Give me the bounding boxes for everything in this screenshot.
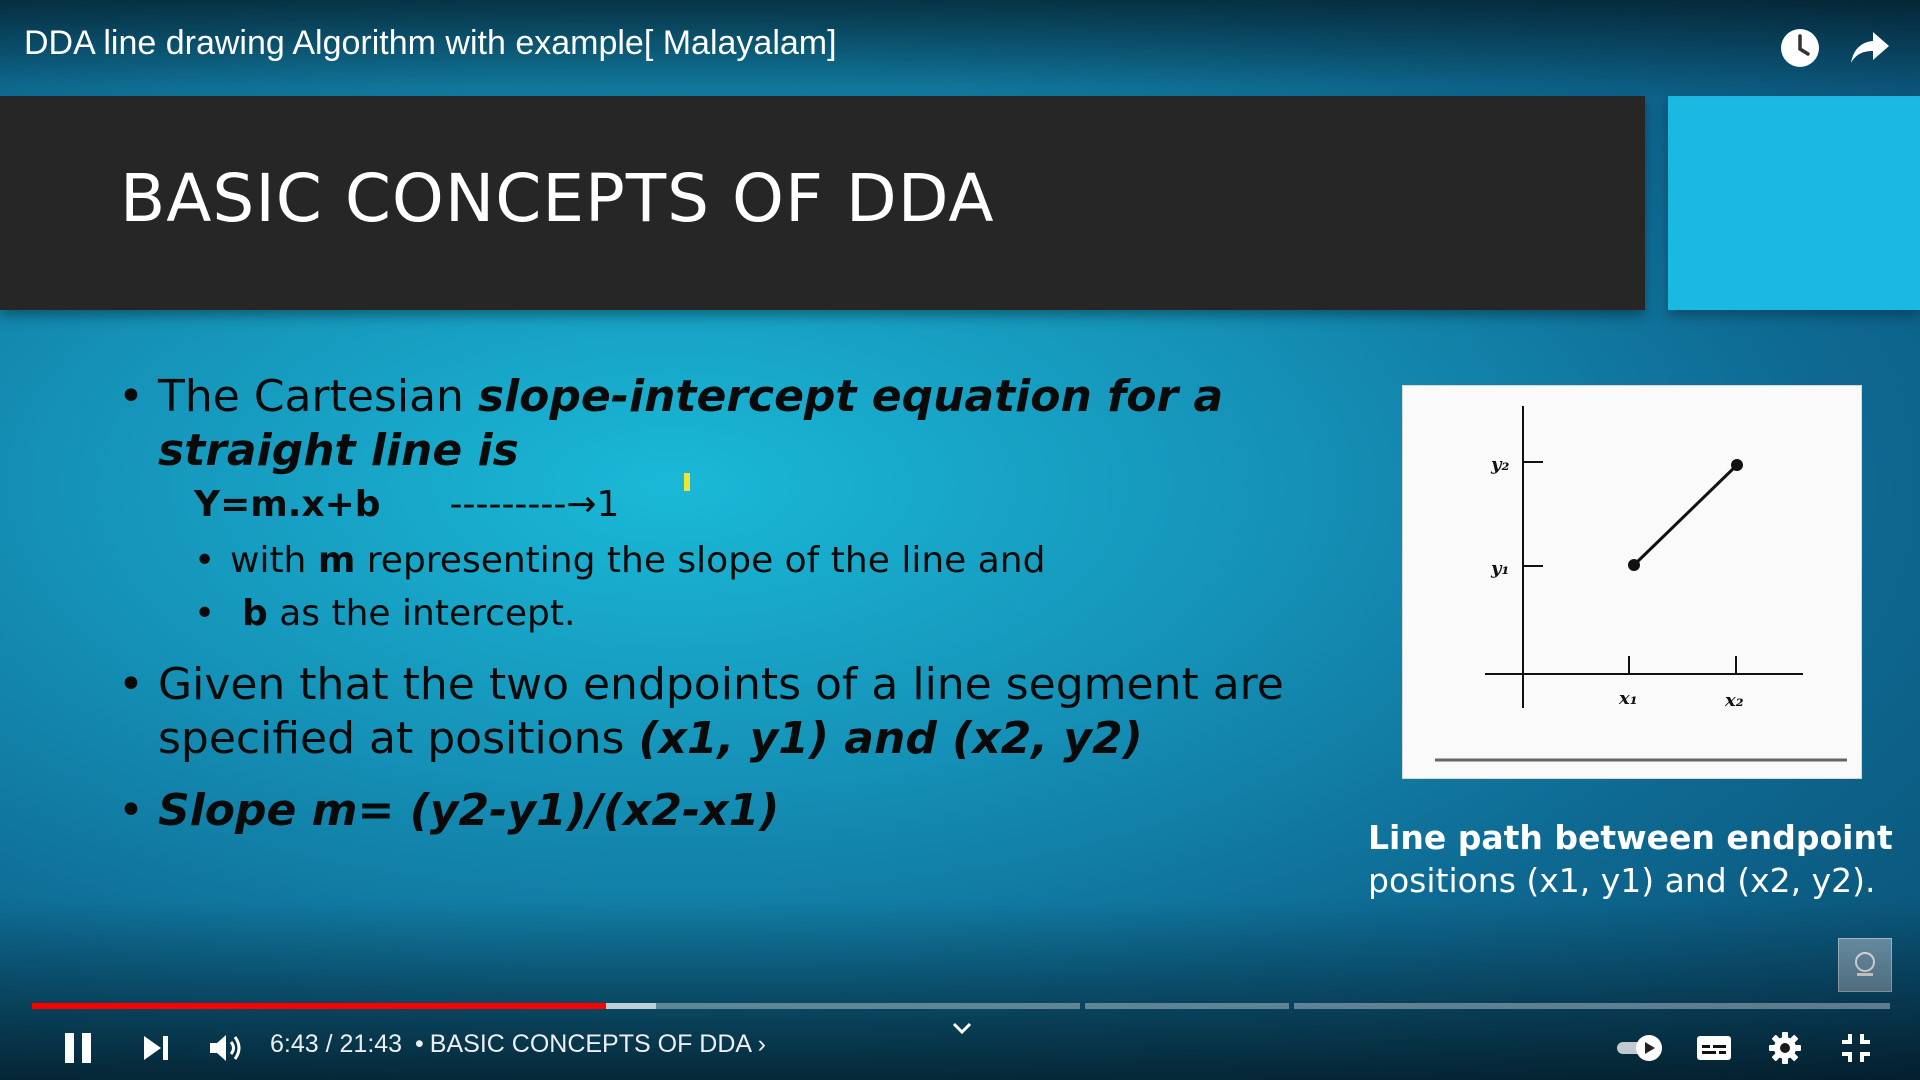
video-title[interactable]: DDA line drawing Algorithm with example[… <box>24 24 837 63</box>
equation-text: Y=m.x+b <box>194 484 381 525</box>
pause-icon <box>65 1033 91 1063</box>
played-bar <box>32 1003 607 1009</box>
slide-body: The Cartesian slope-intercept equation f… <box>118 370 1348 838</box>
next-icon <box>144 1036 168 1060</box>
watch-later-button[interactable] <box>1774 22 1826 74</box>
volume-icon <box>210 1035 241 1061</box>
exit-fullscreen-button[interactable] <box>1828 1020 1884 1076</box>
settings-button[interactable] <box>1757 1020 1813 1076</box>
figure-diagram: y₂ y₁ x₁ x₂ <box>1435 406 1847 762</box>
figure-line-segment <box>1632 463 1739 567</box>
share-button[interactable] <box>1844 22 1896 74</box>
figure-caption: Line path between endpoint positions (x1… <box>1368 818 1893 900</box>
exit-fullscreen-icon <box>1842 1034 1870 1062</box>
autoplay-toggle[interactable] <box>1610 1020 1670 1076</box>
figure-endpoint-2 <box>1731 459 1743 471</box>
next-button[interactable] <box>128 1020 184 1076</box>
sub-bullet-b: b as the intercept. <box>118 587 1348 640</box>
video-player[interactable]: BASIC CONCEPTS OF DDA The Cartesian slop… <box>0 0 1920 1080</box>
line-path-figure: y₂ y₁ x₁ x₂ <box>1402 385 1862 779</box>
chapter-segment[interactable] <box>1294 1003 1890 1009</box>
slide-title: BASIC CONCEPTS OF DDA <box>120 160 995 237</box>
chevron-down-icon <box>952 1022 972 1035</box>
bullet-slope-formula: Slope m= (y2-y1)/(x2-x1) <box>118 784 1348 838</box>
clock-icon <box>1781 29 1819 67</box>
captions-button[interactable] <box>1686 1020 1742 1076</box>
figure-endpoint-1 <box>1628 559 1640 571</box>
volume-button[interactable] <box>198 1020 254 1076</box>
equation-line: Y=m.x+b ---------→1 <box>194 484 1348 534</box>
figure-label-y1: y₁ <box>1490 558 1509 579</box>
bullet-slope-intercept: The Cartesian slope-intercept equation f… <box>118 370 1348 478</box>
pointer-highlight <box>684 473 690 491</box>
chevron-right-icon: › <box>757 1030 766 1058</box>
current-time: 6:43 <box>270 1030 319 1058</box>
chapter-segment[interactable] <box>1085 1003 1289 1009</box>
autoplay-toggle-icon <box>1617 1035 1662 1061</box>
pause-button[interactable] <box>50 1020 106 1076</box>
figure-label-x1: x₁ <box>1618 688 1638 709</box>
slide-accent-block <box>1668 96 1920 310</box>
share-arrow-icon <box>1851 32 1889 63</box>
gear-icon <box>1769 1032 1801 1064</box>
figure-label-y2: y₂ <box>1490 454 1509 475</box>
captions-icon <box>1697 1036 1731 1060</box>
chapters-toggle-button[interactable] <box>934 1008 990 1048</box>
duration: 21:43 <box>339 1030 403 1058</box>
sub-bullet-m: with m representing the slope of the lin… <box>118 534 1348 587</box>
equation-arrow: ---------→1 <box>449 484 620 525</box>
figure-label-x2: x₂ <box>1724 690 1744 711</box>
chapter-title-button[interactable]: BASIC CONCEPTS OF DDA › <box>430 1030 766 1058</box>
time-and-chapter: 6:43 / 21:43 • BASIC CONCEPTS OF DDA › <box>270 1030 766 1058</box>
bullet-endpoints: Given that the two endpoints of a line s… <box>118 658 1348 766</box>
